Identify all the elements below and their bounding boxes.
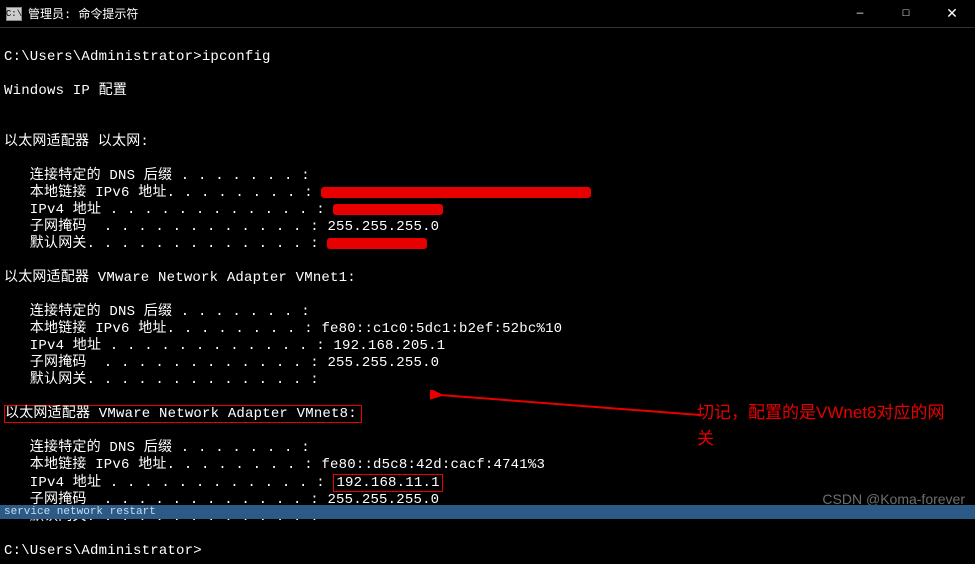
subnet-row: 子网掩码 . . . . . . . . . . . . : 255.255.2…	[4, 355, 439, 371]
redacted-value	[333, 204, 443, 215]
ipv4-row: IPv4 地址 . . . . . . . . . . . . : 192.16…	[4, 338, 445, 354]
prompt-line: C:\Users\Administrator>	[4, 543, 202, 559]
redacted-value	[327, 238, 427, 249]
ipv6-row: 本地链接 IPv6 地址. . . . . . . . : fe80::c1c0…	[4, 321, 562, 337]
window-title: 管理员: 命令提示符	[28, 5, 837, 22]
prompt-line: C:\Users\Administrator>ipconfig	[4, 49, 271, 65]
ipv4-row: IPv4 地址 . . . . . . . . . . . . :	[4, 202, 443, 218]
titlebar: C:\ 管理员: 命令提示符 — □ ✕	[0, 0, 975, 28]
ipv4-value-highlighted: 192.168.11.1	[333, 474, 442, 492]
dns-suffix-row: 连接特定的 DNS 后缀 . . . . . . . :	[4, 168, 310, 184]
ip-config-heading: Windows IP 配置	[4, 83, 127, 99]
subnet-row: 子网掩码 . . . . . . . . . . . . : 255.255.2…	[4, 219, 439, 235]
adapter-header: 以太网适配器 VMware Network Adapter VMnet1:	[4, 270, 356, 286]
cmd-icon: C:\	[6, 7, 22, 21]
annotation-text: 切记，配置的是VWnet8对应的网关	[697, 400, 957, 452]
ipv6-row: 本地链接 IPv6 地址. . . . . . . . : fe80::d5c8…	[4, 457, 545, 473]
window-controls: — □ ✕	[837, 0, 975, 27]
redacted-value	[321, 187, 591, 198]
adapter-header-highlighted: 以太网适配器 VMware Network Adapter VMnet8:	[4, 405, 362, 423]
terminal-output[interactable]: C:\Users\Administrator>ipconfig Windows …	[0, 28, 975, 564]
adapter-header: 以太网适配器 以太网:	[4, 134, 149, 150]
dns-suffix-row: 连接特定的 DNS 后缀 . . . . . . . :	[4, 304, 310, 320]
dns-suffix-row: 连接特定的 DNS 后缀 . . . . . . . :	[4, 440, 310, 456]
footer-bar: service network restart	[0, 505, 975, 519]
gateway-row: 默认网关. . . . . . . . . . . . . :	[4, 372, 319, 388]
ipv6-row: 本地链接 IPv6 地址. . . . . . . . :	[4, 185, 591, 201]
maximize-button[interactable]: □	[883, 0, 929, 28]
gateway-row: 默认网关. . . . . . . . . . . . . :	[4, 236, 427, 252]
close-button[interactable]: ✕	[929, 0, 975, 28]
ipv4-row: IPv4 地址 . . . . . . . . . . . . : 192.16…	[4, 475, 443, 491]
minimize-button[interactable]: —	[837, 0, 883, 28]
